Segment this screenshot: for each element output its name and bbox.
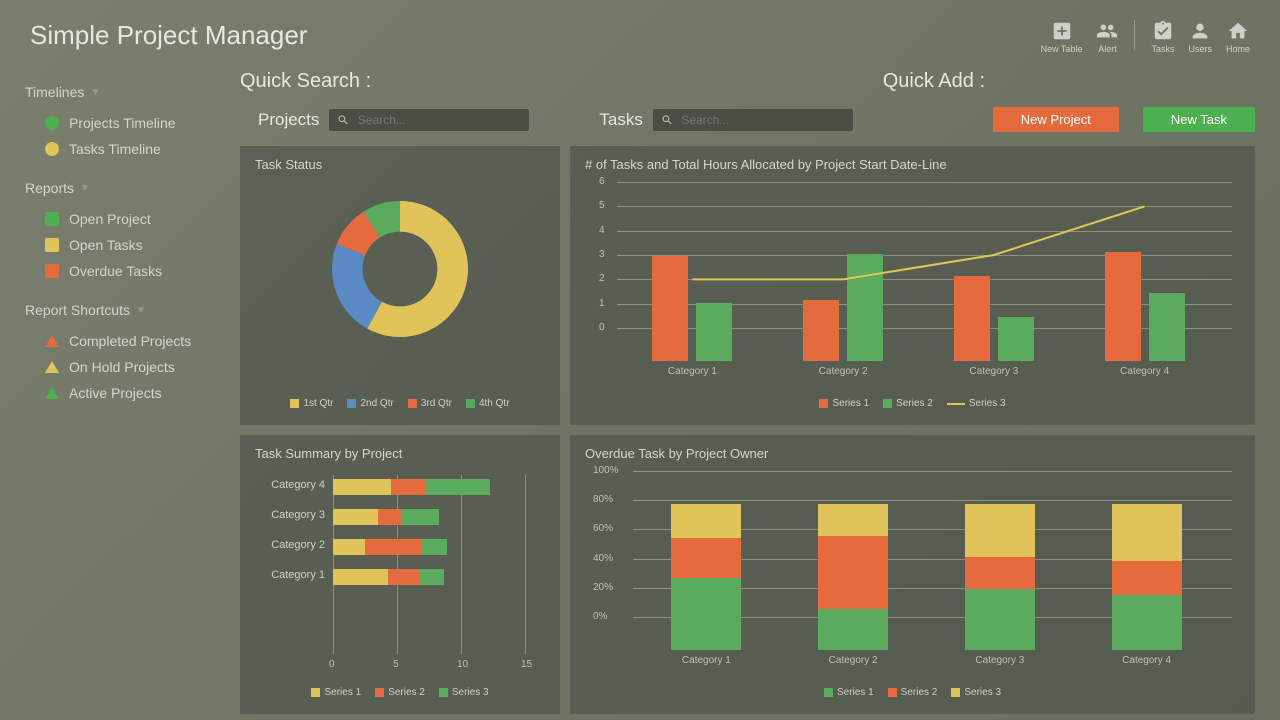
quick-search-label: Quick Search :: [240, 70, 371, 93]
stacked-col-chart: Series 1 Series 2 Series 3 0%20%40%60%80…: [585, 469, 1240, 702]
card-title: Task Summary by Project: [255, 446, 545, 461]
card-overdue: Overdue Task by Project Owner Series 1 S…: [570, 435, 1255, 714]
square-marker: [45, 264, 59, 278]
triangle-marker: [45, 335, 59, 347]
sidebar-item-open-project[interactable]: Open Project: [25, 206, 240, 232]
new-project-button[interactable]: New Project: [993, 107, 1119, 132]
chevron-down-icon: ▼: [136, 305, 146, 316]
scol-legend: Series 1 Series 2 Series 3: [585, 687, 1240, 698]
users-icon: [1189, 20, 1211, 42]
sidebar-group-reports: Reports▼ Open Project Open Tasks Overdue…: [25, 180, 240, 284]
sidebar-title-shortcuts[interactable]: Report Shortcuts▼: [25, 302, 240, 318]
header-divider: [1134, 20, 1135, 50]
toprow-controls: Projects Tasks New Project New Task: [240, 107, 1255, 146]
users-button[interactable]: Users: [1188, 20, 1212, 54]
sidebar-item-completed-projects[interactable]: Completed Projects: [25, 328, 240, 354]
circle-marker: [45, 116, 59, 130]
donut-chart: 1st Qtr 2nd Qtr 3rd Qtr 4th Qtr: [255, 180, 545, 413]
barline-legend: Series 1 Series 2 Series 3: [585, 398, 1240, 409]
card-task-summary: Task Summary by Project Series 1 Series …: [240, 435, 560, 714]
square-marker: [45, 238, 59, 252]
tasks-icon: [1152, 20, 1174, 42]
chevron-down-icon: ▼: [80, 183, 90, 194]
donut-svg: [315, 184, 485, 354]
tasks-search-input[interactable]: [681, 113, 845, 127]
donut-legend: 1st Qtr 2nd Qtr 3rd Qtr 4th Qtr: [255, 398, 545, 409]
new-table-icon: [1051, 20, 1073, 42]
content: Quick Search : Quick Add : Projects Task…: [240, 64, 1255, 714]
projects-label: Projects: [258, 110, 319, 130]
card-title: Overdue Task by Project Owner: [585, 446, 1240, 461]
alert-button[interactable]: Alert: [1096, 20, 1118, 54]
sidebar-item-onhold-projects[interactable]: On Hold Projects: [25, 354, 240, 380]
square-marker: [45, 212, 59, 226]
circle-marker: [45, 142, 59, 156]
sidebar-group-shortcuts: Report Shortcuts▼ Completed Projects On …: [25, 302, 240, 406]
new-table-button[interactable]: New Table: [1041, 20, 1083, 54]
tasks-search-box[interactable]: [653, 109, 853, 131]
chart-grid: Task Status 1st Qtr 2nd Qtr 3rd Qtr 4th …: [240, 146, 1255, 714]
sidebar: Timelines▼ Projects Timeline Tasks Timel…: [25, 64, 240, 714]
alert-icon: [1096, 20, 1118, 42]
projects-search-input[interactable]: [358, 113, 522, 127]
tasks-label: Tasks: [599, 110, 642, 130]
hbar-chart: Series 1 Series 2 Series 3 051015Categor…: [255, 469, 545, 702]
card-task-status: Task Status 1st Qtr 2nd Qtr 3rd Qtr 4th …: [240, 146, 560, 425]
home-button[interactable]: Home: [1226, 20, 1250, 54]
home-icon: [1227, 20, 1249, 42]
new-task-button[interactable]: New Task: [1143, 107, 1255, 132]
sidebar-group-timelines: Timelines▼ Projects Timeline Tasks Timel…: [25, 84, 240, 162]
bar-line-chart: Series 1 Series 2 Series 3 0123456Catego…: [585, 180, 1240, 413]
projects-search-box[interactable]: [329, 109, 529, 131]
sidebar-title-timelines[interactable]: Timelines▼: [25, 84, 240, 100]
header-icons: New Table Alert Tasks Users Home: [1041, 20, 1250, 54]
sidebar-item-tasks-timeline[interactable]: Tasks Timeline: [25, 136, 240, 162]
sidebar-item-active-projects[interactable]: Active Projects: [25, 380, 240, 406]
quick-add-label: Quick Add :: [883, 70, 985, 93]
toprow: Quick Search : Quick Add :: [240, 64, 1255, 107]
hbar-legend: Series 1 Series 2 Series 3: [255, 687, 545, 698]
sidebar-item-overdue-tasks[interactable]: Overdue Tasks: [25, 258, 240, 284]
search-icon: [661, 113, 673, 127]
triangle-marker: [45, 361, 59, 373]
card-title: Task Status: [255, 157, 545, 172]
sidebar-item-open-tasks[interactable]: Open Tasks: [25, 232, 240, 258]
card-tasks-hours: # of Tasks and Total Hours Allocated by …: [570, 146, 1255, 425]
tasks-button[interactable]: Tasks: [1151, 20, 1174, 54]
header: Simple Project Manager New Table Alert T…: [0, 0, 1280, 64]
triangle-marker: [45, 387, 59, 399]
card-title: # of Tasks and Total Hours Allocated by …: [585, 157, 1240, 172]
sidebar-item-projects-timeline[interactable]: Projects Timeline: [25, 110, 240, 136]
chevron-down-icon: ▼: [90, 87, 100, 98]
app-title: Simple Project Manager: [30, 20, 307, 51]
search-icon: [337, 113, 349, 127]
sidebar-title-reports[interactable]: Reports▼: [25, 180, 240, 196]
